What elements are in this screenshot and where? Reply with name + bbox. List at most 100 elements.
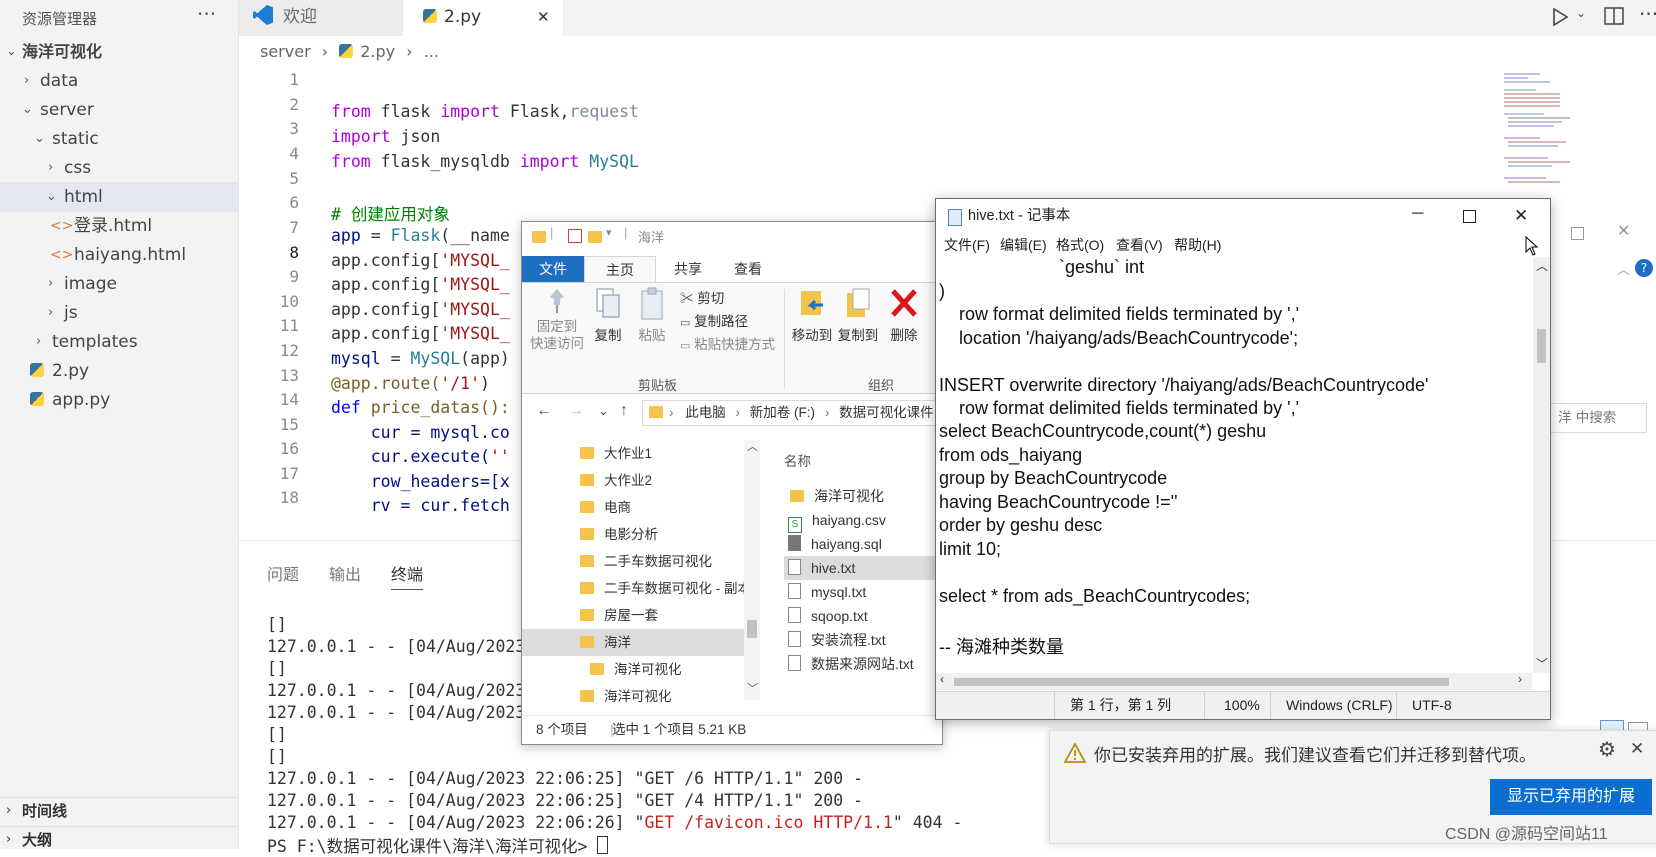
- help-icon[interactable]: ?: [1635, 259, 1653, 277]
- copy-to-button[interactable]: 复制到: [836, 287, 880, 344]
- move-to-button[interactable]: 移动到: [790, 287, 834, 344]
- tree-item-server[interactable]: ⌄ server: [0, 95, 238, 125]
- show-deprecated-extensions-button[interactable]: 显示已弃用的扩展: [1490, 779, 1652, 815]
- tab-2py[interactable]: 2.py ✕: [403, 0, 563, 36]
- nav-scrollbar[interactable]: ︿ ﹀: [744, 440, 760, 700]
- menu-edit[interactable]: 编辑(E): [1000, 233, 1047, 257]
- nav-item-selected[interactable]: 海洋: [522, 629, 744, 656]
- scroll-left-icon[interactable]: ‹: [940, 672, 944, 686]
- nav-item[interactable]: 大作业2: [522, 467, 744, 494]
- close-tab-icon[interactable]: ✕: [537, 0, 550, 34]
- tree-item-data[interactable]: › data: [0, 66, 238, 96]
- terminal-prompt[interactable]: PS F:\数据可视化课件\海洋\海洋可视化>: [267, 833, 609, 857]
- scrollbar-thumb[interactable]: [1537, 329, 1546, 363]
- notepad-titlebar[interactable]: hive.txt - 记事本 ─ ✕: [936, 199, 1550, 233]
- scroll-up-icon[interactable]: ︿: [1536, 257, 1548, 274]
- pin-button[interactable]: 固定到 快速访问: [530, 287, 584, 352]
- new-folder-icon[interactable]: [588, 231, 602, 243]
- nav-item[interactable]: 房屋一套: [522, 602, 744, 629]
- menu-file[interactable]: 文件(F): [944, 233, 990, 257]
- maximize-icon[interactable]: [1463, 210, 1476, 223]
- tab-problems[interactable]: 问题: [267, 561, 299, 585]
- minimize-icon[interactable]: ─: [1412, 197, 1423, 231]
- tree-item-css[interactable]: › css: [0, 153, 238, 183]
- tree-item-image[interactable]: › image: [0, 269, 238, 299]
- scrollbar-thumb[interactable]: [954, 678, 1449, 686]
- breadcrumb-folder[interactable]: server: [260, 42, 311, 61]
- paste-shortcut-button[interactable]: ▭ 粘贴快捷方式: [680, 333, 775, 353]
- copy-button[interactable]: 复制: [588, 287, 628, 344]
- tree-item-templates[interactable]: › templates: [0, 327, 238, 357]
- menu-format[interactable]: 格式(O): [1056, 233, 1104, 257]
- nav-item[interactable]: 海洋可视化: [522, 656, 744, 683]
- breadcrumb-file[interactable]: 2.py: [360, 42, 395, 61]
- properties-icon[interactable]: [568, 229, 582, 243]
- vertical-scrollbar[interactable]: ︿ ﹀: [1533, 257, 1550, 673]
- tab-output[interactable]: 输出: [329, 561, 361, 585]
- tree-item-html[interactable]: ⌄ html: [0, 182, 238, 212]
- tree-item-2py[interactable]: 2.py: [0, 356, 238, 386]
- address-segment[interactable]: 新加卷 (F:): [750, 405, 815, 420]
- more-actions-icon[interactable]: ···: [197, 2, 216, 26]
- file-row[interactable]: haiyang.sql: [784, 532, 944, 556]
- file-row[interactable]: 数据来源网站.txt: [784, 652, 944, 676]
- ribbon-tab-view[interactable]: 查看: [718, 256, 778, 282]
- scroll-down-icon[interactable]: ﹀: [1536, 655, 1548, 672]
- tree-item-login-html[interactable]: <> 登录.html: [0, 211, 238, 241]
- up-arrow-icon[interactable]: ↑: [620, 402, 628, 420]
- tab-terminal[interactable]: 终端: [391, 561, 424, 590]
- address-bar[interactable]: › 此电脑 › 新加卷 (F:) › 数据可视化课件: [642, 400, 944, 426]
- search-box[interactable]: 洋 中搜索: [1549, 403, 1647, 433]
- nav-item[interactable]: 大作业1: [522, 440, 744, 467]
- nav-item[interactable]: 海洋可视化: [522, 683, 744, 710]
- run-icon[interactable]: [1552, 8, 1568, 26]
- split-editor-icon[interactable]: [1604, 7, 1624, 25]
- scroll-down-icon[interactable]: ﹀: [747, 680, 758, 696]
- nav-item[interactable]: 二手车数据可视化 - 副本: [522, 575, 751, 602]
- column-header-name[interactable]: 名称: [784, 450, 811, 470]
- forward-arrow-icon[interactable]: →: [568, 402, 584, 420]
- address-segment[interactable]: 此电脑: [685, 405, 726, 420]
- delete-button[interactable]: 删除: [884, 287, 924, 344]
- scroll-right-icon[interactable]: ›: [1518, 672, 1522, 686]
- tab-welcome[interactable]: 欢迎: [239, 0, 403, 36]
- ribbon-tab-share[interactable]: 共享: [658, 256, 718, 282]
- copy-path-button[interactable]: ▭ 复制路径: [680, 310, 748, 330]
- quick-access-dropdown-icon[interactable]: ▾: [606, 226, 612, 239]
- notepad-text-area[interactable]: `geshu` int ) row format delimited field…: [936, 257, 1532, 673]
- breadcrumb-more[interactable]: ...: [424, 42, 439, 61]
- horizontal-scrollbar[interactable]: ‹ ›: [936, 672, 1532, 690]
- menu-help[interactable]: 帮助(H): [1174, 233, 1221, 257]
- paste-button[interactable]: 粘贴: [632, 287, 672, 344]
- nav-item[interactable]: 二手车数据可视化: [522, 548, 744, 575]
- nav-item[interactable]: 电商: [522, 494, 744, 521]
- address-segment[interactable]: 数据可视化课件: [839, 405, 934, 420]
- tree-item-haiyang-html[interactable]: <> haiyang.html: [0, 240, 238, 270]
- file-row[interactable]: 海洋可视化: [784, 484, 944, 508]
- file-row[interactable]: 安装流程.txt: [784, 628, 944, 652]
- file-row-selected[interactable]: hive.txt: [784, 556, 944, 580]
- ribbon-tab-file[interactable]: 文件: [522, 256, 584, 282]
- back-arrow-icon[interactable]: ←: [536, 402, 552, 420]
- chevron-down-icon[interactable]: ⌄: [1576, 6, 1586, 20]
- maximize-icon[interactable]: [1571, 227, 1584, 240]
- menu-view[interactable]: 查看(V): [1116, 233, 1163, 257]
- close-icon[interactable]: ✕: [1514, 199, 1528, 233]
- ribbon-tab-home[interactable]: 主页: [584, 256, 656, 283]
- file-row[interactable]: mysql.txt: [784, 580, 944, 604]
- tree-item-js[interactable]: › js: [0, 298, 238, 328]
- tree-root[interactable]: ⌄ 海洋可视化: [0, 37, 238, 67]
- scroll-up-icon[interactable]: ︿: [747, 438, 758, 454]
- gear-icon[interactable]: ⚙: [1598, 737, 1616, 762]
- tree-item-app-py[interactable]: app.py: [0, 385, 238, 415]
- timeline-section[interactable]: › 时间线: [0, 797, 238, 824]
- file-row[interactable]: Shaiyang.csv: [784, 508, 944, 533]
- nav-item[interactable]: 电影分析: [522, 521, 744, 548]
- chevron-up-icon[interactable]: ︿: [1617, 259, 1630, 278]
- more-actions-icon[interactable]: ···: [1639, 2, 1656, 26]
- cut-button[interactable]: ✂ 剪切: [680, 287, 724, 307]
- close-icon[interactable]: ✕: [1630, 739, 1644, 759]
- close-icon[interactable]: ✕: [1617, 221, 1630, 240]
- scrollbar-thumb[interactable]: [747, 620, 757, 638]
- recent-dropdown-icon[interactable]: ⌄: [598, 403, 609, 419]
